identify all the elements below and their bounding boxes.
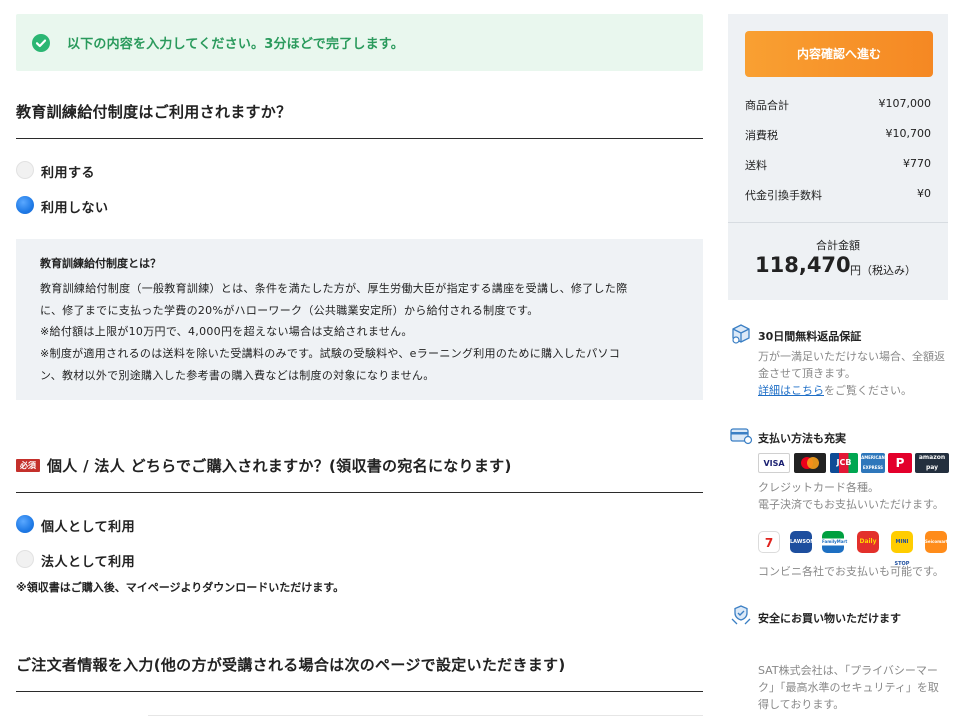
check-circle-icon (32, 34, 50, 52)
total-unit: 円（税込み） (850, 264, 916, 277)
secure-desc: SAT株式会社は、「プライバシーマー (758, 664, 938, 677)
lawson-icon: LAWSON (790, 531, 814, 553)
secure-desc: ク」「最高水準のセキュリティ」を取 (758, 681, 939, 694)
radio-option-corporate[interactable]: 法人として利用 (16, 549, 176, 571)
section-title-benefit: 教育訓練給付制度はご利用されますか？ (16, 103, 292, 121)
section-divider (16, 138, 703, 139)
guarantee-desc: 万が一満足いただけない場合、全額返 (758, 350, 945, 363)
radio-label: 法人として利用 (41, 555, 136, 570)
info-line: 教育訓練給付制度（一般教育訓練）とは、条件を満たした方が、厚生労働大臣が指定する… (40, 282, 628, 295)
section-title-buyer-type: 個人 / 法人 どちらでご購入されますか？(領収書の宛名になります) (47, 457, 512, 475)
radio-option-individual[interactable]: 個人として利用 (16, 514, 176, 536)
radio-button[interactable] (16, 550, 34, 568)
seicomart-icon: Seicomart (925, 531, 948, 553)
radio-label: 利用する (41, 166, 96, 181)
info-title: 教育訓練給付制度とは？ (40, 257, 161, 270)
jcb-icon: JCB (830, 453, 858, 473)
payment-title: 支払い方法も充実 (758, 432, 846, 445)
radio-button[interactable] (16, 161, 34, 179)
required-badge: 必須 (16, 459, 40, 472)
seven-eleven-icon: 7 (758, 531, 780, 553)
total-label: 合計金額 (816, 239, 860, 252)
total-amount: 118,470 (755, 253, 851, 277)
guarantee-desc: 金させて頂きます。 (758, 367, 856, 380)
info-line: ン、教材以外で別途購入した参考書の購入費などは制度の対象になりません。 (40, 369, 435, 382)
guarantee-title: 30日間無料返品保証 (758, 330, 862, 343)
visa-icon: VISA (758, 453, 790, 473)
section-divider (16, 492, 703, 493)
shield-hands-icon (729, 603, 753, 627)
section-title-orderer-info: ご注文者情報を入力(他の方が受講される場合は次のページで設定いただきます) (16, 656, 566, 674)
info-line: に、修了までに支払った学費の20%がハローワーク（公共職業安定所）から給付される… (40, 304, 539, 317)
payment-desc: クレジットカード各種。 (758, 481, 879, 494)
summary-value-subtotal: ¥107,000 (878, 97, 932, 110)
summary-label-subtotal: 商品合計 (745, 99, 789, 112)
benefit-info-box: 教育訓練給付制度とは？ 教育訓練給付制度（一般教育訓練）とは、条件を満たした方が… (16, 239, 703, 400)
radio-label: 利用しない (41, 201, 109, 216)
radio-button[interactable] (16, 515, 34, 533)
secure-desc: 得しております。 (758, 698, 845, 711)
radio-option-use[interactable]: 利用する (16, 160, 156, 182)
store-payment-desc: コンビニ各社でお支払いも可能です。 (758, 565, 944, 578)
mastercard-icon (794, 453, 826, 473)
guarantee-details-link[interactable]: 詳細はこちら (758, 384, 824, 397)
amex-icon: AMERICAN EXPRESS (861, 453, 885, 473)
summary-label-cod-fee: 代金引換手数料 (745, 189, 822, 202)
summary-value-shipping: ¥770 (903, 157, 931, 170)
daily-yamazaki-icon: Daily (857, 531, 879, 553)
ministop-icon: MINI STOP (891, 531, 913, 567)
guarantee-link-line: 詳細はこちらをご覧ください。 (758, 382, 912, 399)
summary-label-tax: 消費税 (745, 129, 778, 142)
notice-banner: 以下の内容を入力してください。3分ほどで完了します。 (16, 14, 703, 71)
info-line: ※給付額は上限が10万円で、4,000円を超えない場合は支給されません。 (40, 325, 413, 338)
amazon-pay-icon: amazon pay (915, 453, 949, 473)
radio-option-not-use[interactable]: 利用しない (16, 195, 156, 217)
radio-button[interactable] (16, 196, 34, 214)
payment-card-icon (729, 423, 753, 447)
summary-value-tax: ¥10,700 (885, 127, 932, 140)
return-box-icon (729, 321, 753, 345)
payment-desc: 電子決済でもお支払いいただけます。 (758, 498, 944, 511)
receipt-note: ※領収書はご購入後、マイページよりダウンロードいただけます。 (16, 581, 345, 594)
confirm-button[interactable]: 内容確認へ進む (745, 31, 933, 77)
summary-label-shipping: 送料 (745, 159, 767, 172)
guarantee-link-suffix: をご覧ください。 (824, 384, 912, 397)
summary-value-cod-fee: ¥0 (917, 187, 931, 200)
secure-title: 安全にお買い物いただけます (758, 612, 901, 625)
paypay-icon: P (888, 453, 912, 473)
radio-label: 個人として利用 (41, 520, 136, 535)
info-line: ※制度が適用されるのは送料を除いた受講料のみです。試験の受験料や、eラーニング利… (40, 347, 621, 360)
summary-divider (728, 222, 948, 223)
familymart-icon: FamilyMart (822, 531, 847, 553)
notice-text: 以下の内容を入力してください。3分ほどで完了します。 (67, 37, 404, 52)
section-divider (16, 691, 703, 692)
